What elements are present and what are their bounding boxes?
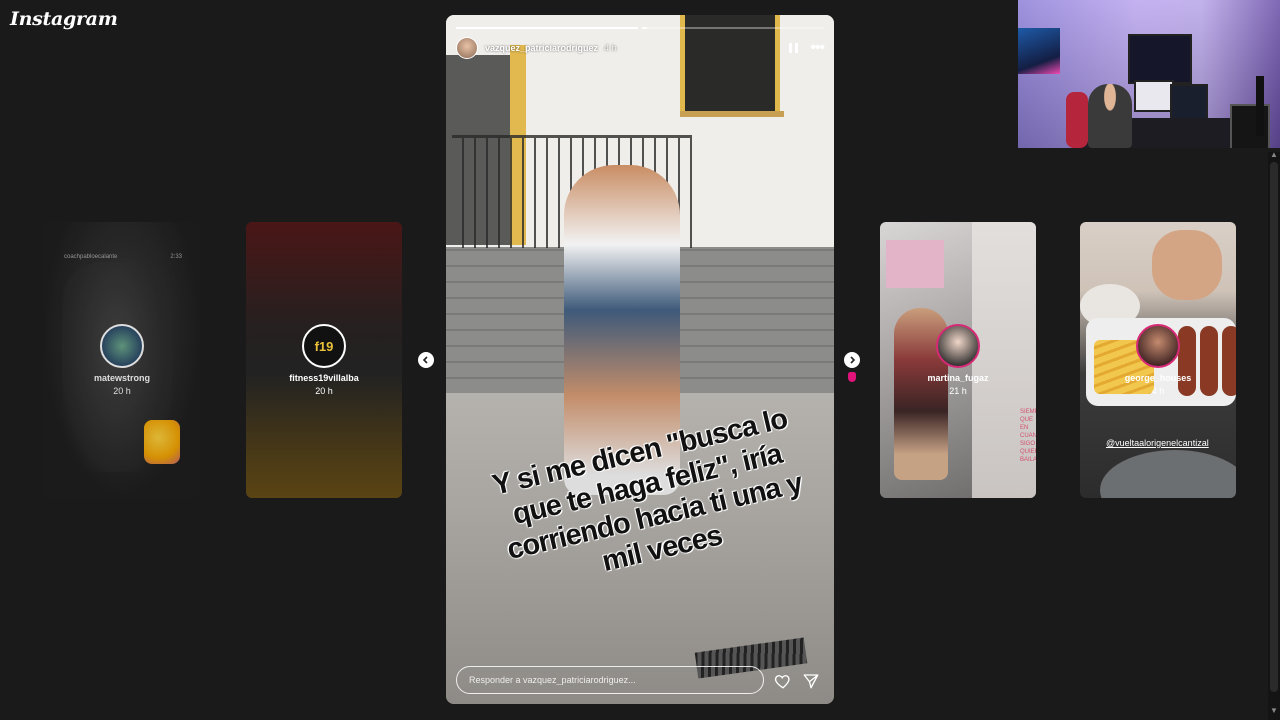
avatar[interactable] [456, 37, 478, 59]
story-card-matewstrong[interactable]: coachpabloecalante 2:33 matewstrong 20 h [44, 222, 200, 498]
avatar: f19 [302, 324, 346, 368]
story-progress-segment-2 [642, 27, 824, 29]
webcam-person [1088, 84, 1132, 148]
instagram-logo[interactable]: Instagram [10, 8, 118, 30]
send-icon[interactable] [802, 672, 820, 690]
sticker-image [144, 420, 180, 464]
scrollbar-thumb[interactable] [1270, 162, 1278, 692]
webcam-monitor [1128, 34, 1192, 84]
story-preview-pink-object [886, 240, 944, 288]
scroll-up-arrow[interactable]: ▲ [1270, 150, 1278, 159]
story-preview-hand [1152, 230, 1222, 300]
webcam-chair [1066, 92, 1088, 148]
previous-story-button[interactable] [418, 352, 434, 368]
story-mention: @vueltaalorigenelcantizal [1106, 438, 1209, 448]
avatar [936, 324, 980, 368]
story-time: 4 h [604, 43, 617, 53]
mouse-cursor [848, 372, 856, 382]
story-username: george_houses [1124, 373, 1192, 383]
webcam-microphone [1256, 76, 1264, 136]
story-username[interactable]: vazquez_patriciarodriguez [485, 43, 598, 53]
story-time: 21 h [949, 386, 967, 396]
story-username: martina_fugaz [927, 373, 989, 383]
story-time: 4 h [1151, 386, 1165, 396]
story-username: matewstrong [93, 373, 150, 383]
story-image-window [680, 15, 780, 116]
heart-icon[interactable] [774, 672, 792, 690]
webcam-pc-case [1230, 104, 1270, 148]
story-card-fitness19villalba[interactable]: f19 fitness19villalba 20 h [246, 222, 402, 498]
chevron-right-icon [850, 356, 856, 364]
avatar [1136, 324, 1180, 368]
next-story-button[interactable] [844, 352, 860, 368]
story-progress-segment-1 [456, 27, 638, 29]
avatar [100, 324, 144, 368]
avatar-logo-text: f19 [314, 338, 334, 354]
more-icon[interactable]: ••• [810, 40, 825, 56]
story-overlay-text: SIEMPRE QUE EN CUANDO SIGO QUIERO BAILAN… [1020, 409, 1036, 463]
story-image-windowsill [680, 111, 784, 117]
story-time: 20 h [113, 386, 131, 396]
webcam-poster [1018, 28, 1060, 74]
story-time: 20 h [315, 386, 333, 396]
reply-input[interactable] [456, 666, 764, 694]
story-username: fitness19villalba [289, 373, 359, 383]
scroll-down-arrow[interactable]: ▼ [1270, 706, 1278, 715]
pause-icon[interactable] [786, 41, 800, 55]
webcam-monitor [1134, 80, 1174, 112]
story-card-martina-fugaz[interactable]: SIEMPRE QUE EN CUANDO SIGO QUIERO BAILAN… [880, 222, 1036, 498]
webcam-overlay [1018, 0, 1280, 148]
story-progress-fill [642, 27, 648, 29]
story-preview-table [1100, 450, 1236, 498]
chevron-left-icon [422, 356, 428, 364]
story-viewer[interactable]: vazquez_patriciarodriguez 4 h ••• Y si m… [446, 15, 834, 704]
story-overlay-name: coachpabloecalante [64, 254, 118, 260]
story-header: vazquez_patriciarodriguez 4 h ••• [456, 37, 825, 59]
story-card-george-houses[interactable]: george_houses 4 h @vueltaalorigenelcanti… [1080, 222, 1236, 498]
story-overlay-time: 2:33 [170, 254, 182, 260]
